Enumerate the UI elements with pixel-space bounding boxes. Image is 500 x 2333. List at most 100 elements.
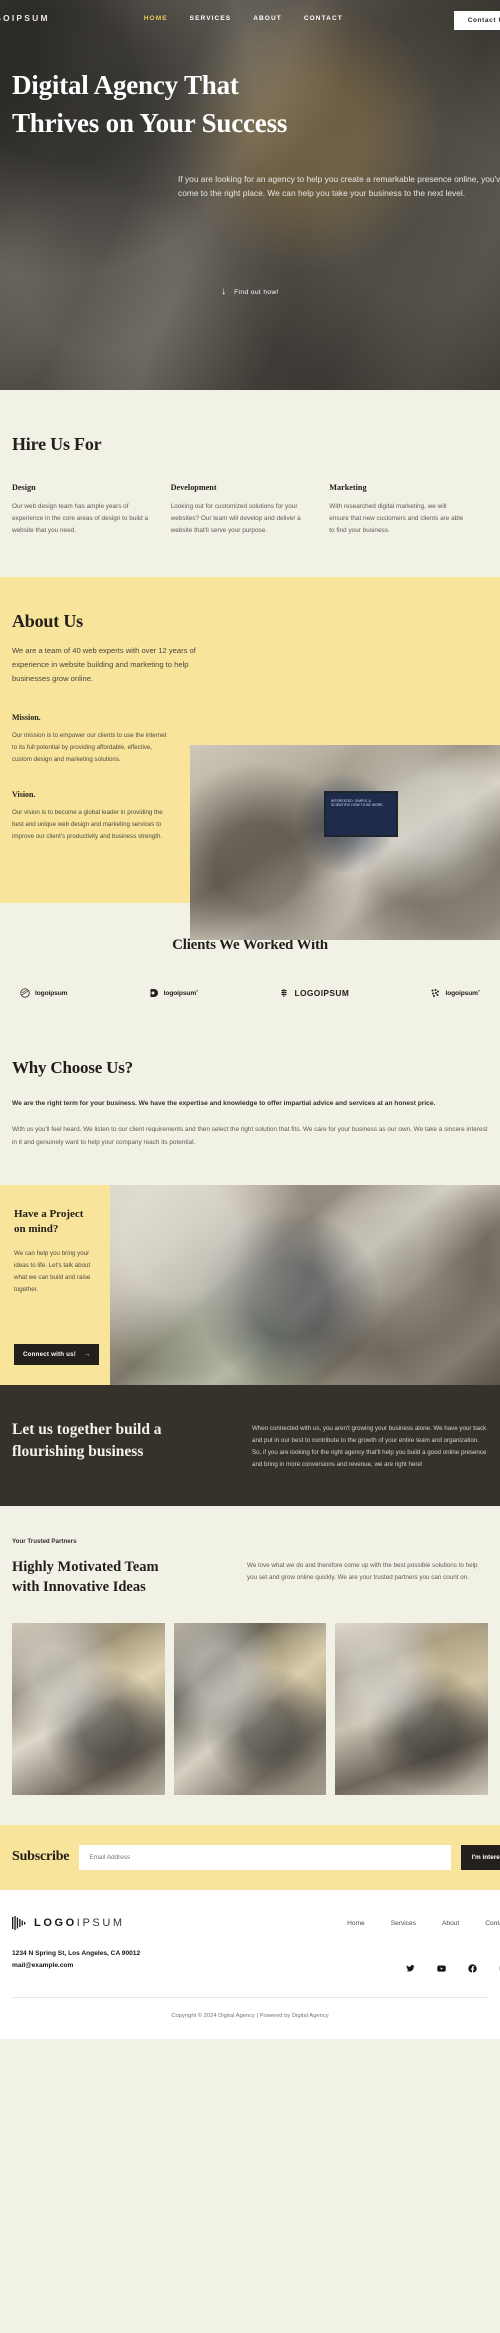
project-cta-body: We can help you bring your ideas to life… [14,1250,91,1293]
client-logo-text: logoipsum [35,989,68,997]
about-photo-monitor: INTERESTED: SIMPLE & SCIENTIFIC HOW TO B… [324,790,398,837]
subscribe-section: Subscribe I'm interested [0,1824,500,1890]
service-body: Our web design team has ample years of e… [12,503,149,534]
about-photo-monitor-text: INTERESTED: SIMPLE & SCIENTIFIC HOW TO B… [331,798,384,808]
service-card-marketing: Marketing With researched digital market… [329,483,488,537]
connect-with-us-button[interactable]: Connect with us! → [14,1344,100,1366]
facebook-icon[interactable] [468,1963,477,1973]
footer-link-contact[interactable]: Contact [485,1920,500,1927]
footer-logo[interactable]: LOGOIPSUM [12,1915,125,1930]
hire-us-columns: Design Our web design team has ample yea… [12,483,488,537]
team-section: Your Trusted Partners Highly Motivated T… [0,1505,500,1795]
hire-us-title: Hire Us For [12,434,102,454]
why-body-text: With us you'll feel heard. We listen to … [12,1126,488,1146]
service-card-design: Design Our web design team has ample yea… [12,483,171,537]
team-heading-line-2: with Innovative Ideas [12,1578,146,1595]
mission-block: Mission. Our mission is to empower our c… [12,713,172,766]
team-heading: Highly Motivated Team with Innovative Id… [12,1557,227,1597]
email-input[interactable] [79,1844,451,1870]
header-logo[interactable]: LOGOIPSUM [0,13,50,23]
build-heading-line-2: flourishing business [12,1443,144,1461]
footer-logo-text: LOGOIPSUM [34,1917,125,1929]
about-office-photo: INTERESTED: SIMPLE & SCIENTIFIC HOW TO B… [190,744,500,940]
service-body: With researched digital marketing, we wi… [329,503,464,534]
footer-link-services[interactable]: Services [391,1920,416,1927]
team-heading-line-1: Highly Motivated Team [12,1558,159,1575]
site-footer: LOGOIPSUM Home Services About Contact 12… [0,1889,500,2039]
hero-title-line-1: Digital Agency That [12,70,239,100]
hero-heading-block: Digital Agency That Thrives on Your Succ… [0,36,500,143]
footer-contact-block: 1234 N Spring St, Los Angeles, CA 90012 … [12,1948,140,1973]
nav-link-home[interactable]: HOME [144,15,168,22]
mission-body: Our mission is to empower our clients to… [12,731,167,763]
nav-link-contact[interactable]: CONTACT [304,15,343,22]
dots-cluster-logo-icon [431,989,440,998]
twitter-icon[interactable] [406,1964,415,1973]
why-bold-line: We are the right term for your business.… [12,1100,436,1108]
footer-link-home[interactable]: Home [347,1920,365,1927]
team-body-text: We love what we do and therefore come up… [247,1561,478,1581]
youtube-icon[interactable] [437,1964,446,1973]
service-card-development: Development Looking out for customized s… [171,483,330,537]
mission-heading: Mission. [12,712,41,722]
team-photo [335,1622,489,1795]
footer-link-about[interactable]: About [442,1920,459,1927]
client-logo: LOGOIPSUM [279,988,349,998]
hero-scroll-link[interactable]: ↓ Find out how! [0,287,500,297]
nav-link-services[interactable]: SERVICES [190,15,232,22]
about-title: About Us [12,610,83,631]
footer-nav-links: Home Services About Contact [347,1916,500,1927]
bars-logo-icon [12,1915,26,1930]
client-logo-text: logoipsum˚ [445,989,480,997]
service-heading: Design [12,483,36,492]
footer-logo-bold: LOGO [34,1916,77,1929]
hero-body-text: If you are looking for an agency to help… [178,174,500,199]
arrow-right-icon: → [84,1351,91,1359]
footer-email[interactable]: mail@example.com [12,1960,140,1973]
why-choose-us-title: Why Choose Us? [12,1058,133,1078]
team-photo [12,1622,165,1795]
client-logo: logoipsum˚ [430,988,480,998]
header-contact-button[interactable]: Contact Us [453,11,500,30]
circle-slash-logo-icon [20,988,30,999]
hero-scroll-label: Find out how! [234,288,279,296]
footer-social-row [406,1963,500,1973]
project-cta-photo [110,1185,500,1386]
vision-body: Our vision is to become a global leader … [12,809,163,841]
service-heading: Marketing [329,483,367,492]
client-logo-text: LOGOIPSUM [294,988,350,999]
client-logo: logoipsum [20,988,68,999]
clients-title: Clients We Worked With [172,937,328,954]
vision-block: Vision. Our vision is to become a global… [12,790,172,843]
build-heading: Let us together build a flourishing busi… [12,1419,232,1471]
wheat-logo-icon [281,989,288,998]
team-eyebrow: Your Trusted Partners [12,1537,77,1545]
team-photo-gallery [12,1622,489,1795]
project-cta-card: Have a Project on mind? We can help you … [0,1185,110,1386]
half-moon-logo-icon [150,989,158,998]
nav-links: HOME SERVICES ABOUT CONTACT [144,15,343,22]
connect-button-label: Connect with us! [23,1351,77,1359]
hire-us-section: Hire Us For Design Our web design team h… [0,390,500,577]
client-logo-row: logoipsum logoipsum˚ LOGOIPSUM logoipsum… [12,988,488,998]
subscribe-button[interactable]: I'm interested [460,1844,500,1870]
hero-title-line-2: Thrives on Your Success [12,108,288,139]
footer-address: 1234 N Spring St, Los Angeles, CA 90012 [12,1949,141,1957]
subscribe-title: Subscribe [12,1849,70,1865]
nav-link-about[interactable]: ABOUT [253,15,282,22]
about-section: About Us We are a team of 40 web experts… [0,576,500,940]
service-body: Looking out for customized solutions for… [170,503,301,534]
build-heading-line-1: Let us together build a [12,1421,162,1439]
build-business-section: Let us together build a flourishing busi… [0,1385,500,1506]
hero-section: LOGOIPSUM HOME SERVICES ABOUT CONTACT Co… [0,0,500,390]
client-logo: logoipsum˚ [149,988,199,998]
team-photo [173,1622,327,1795]
project-cta-heading: Have a Project on mind? [14,1208,84,1235]
landing-page: LOGOIPSUM HOME SERVICES ABOUT CONTACT Co… [0,0,500,2039]
client-logo-text: logoipsum˚ [163,989,199,997]
about-lead-text: We are a team of 40 web experts with ove… [12,645,196,684]
project-cta-section: Have a Project on mind? We can help you … [0,1185,500,1386]
service-heading: Development [170,483,217,492]
footer-logo-light: IPSUM [76,1916,125,1929]
hero-title: Digital Agency That Thrives on Your Succ… [12,66,500,143]
